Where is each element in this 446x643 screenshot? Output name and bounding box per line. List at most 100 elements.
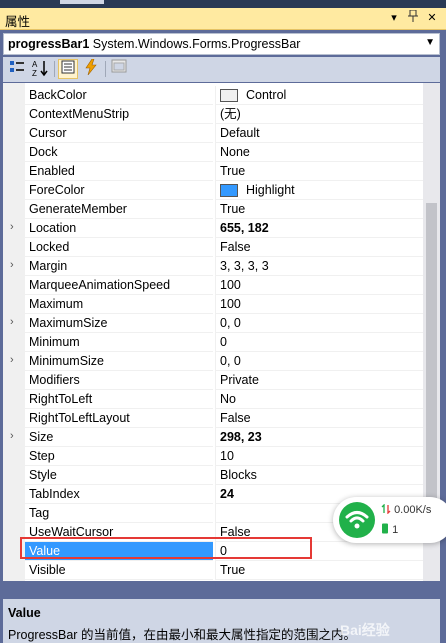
property-name[interactable]: RightToLeft bbox=[25, 390, 213, 409]
property-value-text: Private bbox=[220, 373, 259, 387]
property-value[interactable]: 0 bbox=[215, 333, 423, 352]
object-selector-value: progressBar1 System.Windows.Forms.Progre… bbox=[8, 37, 300, 51]
network-speed-widget[interactable]: 0.00K/s 1 bbox=[333, 497, 446, 543]
property-row[interactable]: Maximum 100 bbox=[3, 295, 423, 314]
property-row[interactable]: Dock None bbox=[3, 143, 423, 162]
property-value-text: 100 bbox=[220, 297, 241, 311]
categorized-view-icon[interactable] bbox=[7, 59, 27, 79]
property-name[interactable]: Locked bbox=[25, 238, 213, 257]
property-value[interactable]: Default bbox=[215, 124, 423, 143]
chevron-down-icon[interactable]: ▼ bbox=[425, 37, 435, 48]
property-row[interactable]: ContextMenuStrip (无) bbox=[3, 105, 423, 124]
document-tab[interactable] bbox=[60, 0, 104, 4]
property-value[interactable]: 3, 3, 3, 3 bbox=[215, 257, 423, 276]
property-row[interactable]: Style Blocks bbox=[3, 466, 423, 485]
property-row[interactable]: Visible True bbox=[3, 561, 423, 580]
property-value[interactable]: 0, 0 bbox=[215, 352, 423, 371]
property-row[interactable]: GenerateMember True bbox=[3, 200, 423, 219]
property-name[interactable]: Size bbox=[25, 428, 213, 447]
expand-chevron-icon[interactable]: › bbox=[10, 221, 20, 233]
property-row[interactable]: Modifiers Private bbox=[3, 371, 423, 390]
property-value-text: 298, 23 bbox=[220, 430, 262, 444]
property-value[interactable]: True bbox=[215, 561, 423, 580]
object-selector-dropdown[interactable]: progressBar1 System.Windows.Forms.Progre… bbox=[3, 33, 440, 55]
window-position-icon[interactable]: ▾ bbox=[386, 10, 402, 26]
property-row[interactable]: BackColor Control bbox=[3, 86, 423, 105]
watermark-logo: Bai经验 bbox=[340, 622, 390, 638]
property-name[interactable]: Enabled bbox=[25, 162, 213, 181]
properties-title-bar: 属性 ▾ ✕ bbox=[0, 8, 446, 30]
property-value[interactable]: 100 bbox=[215, 276, 423, 295]
close-icon[interactable]: ✕ bbox=[424, 10, 440, 26]
property-name[interactable]: MaximumSize bbox=[25, 314, 213, 333]
property-name[interactable]: Visible bbox=[25, 561, 213, 580]
properties-toolbar: AZ bbox=[3, 57, 440, 82]
svg-text:Z: Z bbox=[32, 69, 37, 77]
property-value[interactable]: 298, 23 bbox=[215, 428, 423, 447]
property-name[interactable]: GenerateMember bbox=[25, 200, 213, 219]
property-value[interactable]: None bbox=[215, 143, 423, 162]
property-name[interactable]: Maximum bbox=[25, 295, 213, 314]
property-value-text: 0, 0 bbox=[220, 354, 241, 368]
property-name[interactable]: Tag bbox=[25, 504, 213, 523]
property-row[interactable]: Enabled True bbox=[3, 162, 423, 181]
property-row[interactable]: Locked False bbox=[3, 238, 423, 257]
property-value[interactable]: True bbox=[215, 162, 423, 181]
expand-chevron-icon[interactable]: › bbox=[10, 430, 20, 442]
property-row[interactable]: Cursor Default bbox=[3, 124, 423, 143]
property-row[interactable]: RightToLeftLayout False bbox=[3, 409, 423, 428]
property-row[interactable]: Step 10 bbox=[3, 447, 423, 466]
property-name[interactable]: Dock bbox=[25, 143, 213, 162]
property-value-text: 655, 182 bbox=[220, 221, 269, 235]
property-row[interactable]: ForeColor Highlight bbox=[3, 181, 423, 200]
property-value[interactable]: Highlight bbox=[215, 181, 423, 200]
property-value-text: False bbox=[220, 411, 251, 425]
property-value-text: True bbox=[220, 202, 246, 216]
property-row[interactable]: › MinimumSize 0, 0 bbox=[3, 352, 423, 371]
property-pages-icon[interactable] bbox=[109, 59, 129, 79]
property-row[interactable]: MarqueeAnimationSpeed 100 bbox=[3, 276, 423, 295]
property-value[interactable]: 655, 182 bbox=[215, 219, 423, 238]
property-value[interactable]: False bbox=[215, 238, 423, 257]
property-name[interactable]: MinimumSize bbox=[25, 352, 213, 371]
property-value[interactable]: Control bbox=[215, 86, 423, 105]
property-name[interactable]: TabIndex bbox=[25, 485, 213, 504]
property-row[interactable]: › Location 655, 182 bbox=[3, 219, 423, 238]
property-value[interactable]: 100 bbox=[215, 295, 423, 314]
property-value-text: True bbox=[220, 563, 246, 577]
property-value[interactable]: Private bbox=[215, 371, 423, 390]
property-name[interactable]: Location bbox=[25, 219, 213, 238]
expand-chevron-icon[interactable]: › bbox=[10, 316, 20, 328]
expand-chevron-icon[interactable]: › bbox=[10, 354, 20, 366]
property-value[interactable]: False bbox=[215, 409, 423, 428]
property-name[interactable]: Modifiers bbox=[25, 371, 213, 390]
property-row[interactable]: RightToLeft No bbox=[3, 390, 423, 409]
property-value[interactable]: (无) bbox=[215, 105, 423, 124]
property-name[interactable]: RightToLeftLayout bbox=[25, 409, 213, 428]
property-value[interactable]: Blocks bbox=[215, 466, 423, 485]
auto-hide-pin-icon[interactable] bbox=[405, 9, 421, 26]
property-value[interactable]: 0, 0 bbox=[215, 314, 423, 333]
alphabetical-sort-icon[interactable]: AZ bbox=[30, 59, 50, 79]
property-value[interactable]: True bbox=[215, 200, 423, 219]
property-row[interactable]: Minimum 0 bbox=[3, 333, 423, 352]
properties-view-icon[interactable] bbox=[58, 59, 78, 79]
property-name[interactable]: ContextMenuStrip bbox=[25, 105, 213, 124]
property-name[interactable]: MarqueeAnimationSpeed bbox=[25, 276, 213, 295]
property-name[interactable]: ForeColor bbox=[25, 181, 213, 200]
property-value[interactable]: No bbox=[215, 390, 423, 409]
property-name[interactable]: BackColor bbox=[25, 86, 213, 105]
property-name[interactable]: Step bbox=[25, 447, 213, 466]
property-row[interactable]: › Margin 3, 3, 3, 3 bbox=[3, 257, 423, 276]
property-name[interactable]: Minimum bbox=[25, 333, 213, 352]
scrollbar-thumb[interactable] bbox=[426, 203, 437, 533]
property-row[interactable]: › Size 298, 23 bbox=[3, 428, 423, 447]
property-name[interactable]: Cursor bbox=[25, 124, 213, 143]
property-value[interactable]: 10 bbox=[215, 447, 423, 466]
property-name[interactable]: Margin bbox=[25, 257, 213, 276]
expand-chevron-icon[interactable]: › bbox=[10, 259, 20, 271]
property-value-text: Default bbox=[220, 126, 260, 140]
property-row[interactable]: › MaximumSize 0, 0 bbox=[3, 314, 423, 333]
property-name[interactable]: Style bbox=[25, 466, 213, 485]
events-lightning-icon[interactable] bbox=[81, 58, 101, 79]
